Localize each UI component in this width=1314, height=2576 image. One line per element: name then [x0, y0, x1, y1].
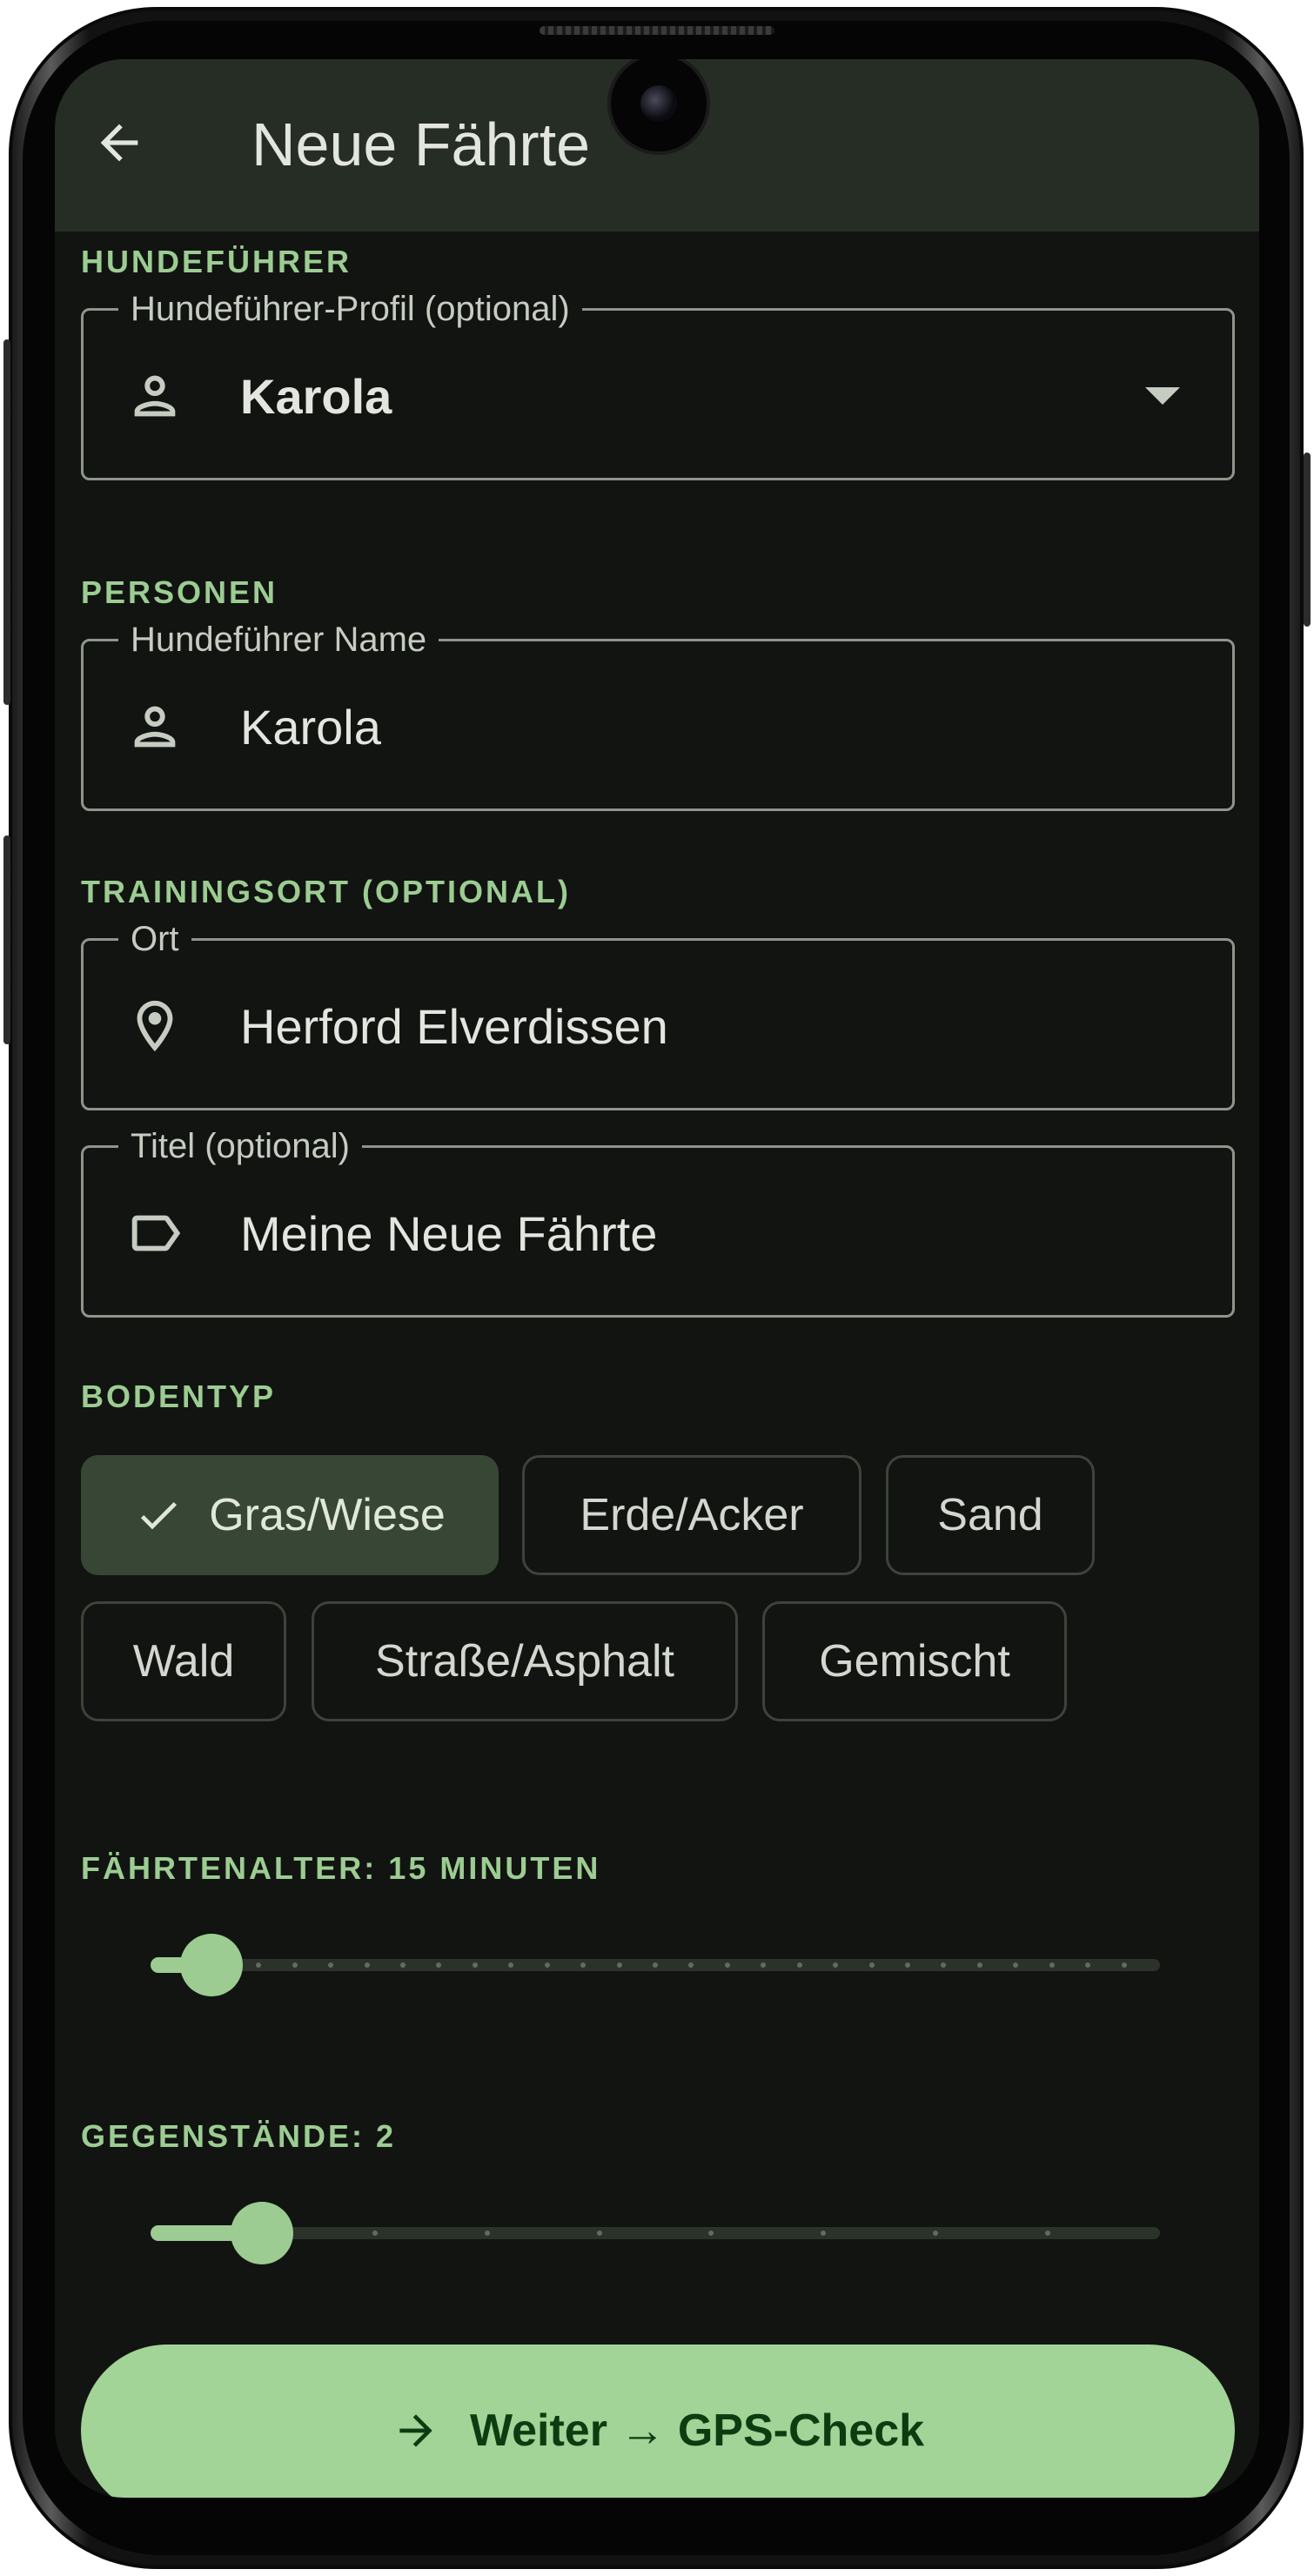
chip-label: Wald: [132, 1636, 235, 1687]
field-label: Ort: [118, 918, 191, 960]
chip-sand[interactable]: Sand: [886, 1455, 1095, 1575]
field-value: Karola: [240, 700, 381, 755]
label-tag-icon: [122, 1200, 188, 1266]
items-slider[interactable]: [151, 2190, 1160, 2277]
chip-erde-acker[interactable]: Erde/Acker: [522, 1455, 861, 1575]
slider-tick: [1121, 1962, 1127, 1968]
continue-gps-check-button[interactable]: Weiter → GPS-Check: [81, 2345, 1235, 2498]
track-age-slider[interactable]: [151, 1922, 1160, 2009]
power-button: [3, 835, 10, 1044]
volume-button: [3, 339, 10, 705]
handler-profile-dropdown[interactable]: Hundeführer-Profil (optional) Karola: [81, 288, 1235, 480]
field-value: Herford Elverdissen: [240, 999, 668, 1054]
section-label-items: GEGENSTÄNDE: 2: [81, 2118, 397, 2154]
chip-label: Erde/Acker: [580, 1490, 804, 1540]
slider-tick: [472, 1962, 478, 1968]
slider-tick: [868, 1962, 875, 1968]
person-icon: [122, 363, 188, 429]
section-label-location: TRAININGSORT (OPTIONAL): [81, 874, 571, 909]
slider-tick: [596, 2231, 602, 2236]
slider-thumb[interactable]: [230, 2202, 293, 2264]
slider-tick: [544, 1962, 550, 1968]
slider-track: [151, 2227, 1160, 2239]
person-icon: [122, 694, 188, 760]
chip-strasse-asphalt[interactable]: Straße/Asphalt: [312, 1601, 738, 1721]
chip-label: Gemischt: [819, 1636, 1010, 1687]
field-value: Karola: [240, 369, 392, 424]
location-field[interactable]: Ort Herford Elverdissen: [81, 918, 1235, 1110]
chip-wald[interactable]: Wald: [81, 1601, 286, 1721]
slider-tick: [653, 1962, 658, 1968]
slider-tick: [724, 1962, 730, 1968]
chip-gemischt[interactable]: Gemischt: [762, 1601, 1067, 1721]
location-pin-icon: [122, 993, 188, 1059]
section-label-ground: BODENTYP: [81, 1379, 277, 1414]
field-label: Hundeführer Name: [118, 619, 439, 661]
arrow-left-icon: [91, 115, 147, 175]
section-label-track-age: FÄHRTENALTER: 15 MINUTEN: [81, 1850, 601, 1886]
button-label: Weiter → GPS-Check: [469, 2405, 925, 2456]
chip-label: Sand: [937, 1490, 1043, 1540]
earpiece-speaker: [540, 26, 774, 35]
side-button: [1304, 453, 1311, 627]
back-button[interactable]: [84, 110, 154, 179]
chip-label: Straße/Asphalt: [375, 1636, 674, 1687]
field-label: Hundeführer-Profil (optional): [118, 288, 582, 330]
handler-name-field[interactable]: Hundeführer Name Karola: [81, 619, 1235, 811]
check-icon: [134, 1491, 183, 1540]
section-label-persons: PERSONEN: [81, 574, 278, 610]
app-screen: Neue Fährte HUNDEFÜHRER Hundeführer-Prof…: [55, 59, 1259, 2498]
slider-tick: [796, 1962, 802, 1968]
slider-tick: [292, 1962, 298, 1968]
slider-tick: [400, 1962, 406, 1968]
slider-tick: [1049, 1962, 1055, 1968]
slider-thumb[interactable]: [179, 1934, 243, 1996]
title-field[interactable]: Titel (optional) Meine Neue Fährte: [81, 1125, 1235, 1318]
dropdown-arrow-icon: [1145, 387, 1180, 405]
chip-label: Gras/Wiese: [209, 1490, 446, 1540]
field-label: Titel (optional): [118, 1125, 362, 1167]
front-camera: [611, 59, 707, 151]
slider-tick: [976, 1962, 982, 1968]
slider-tick: [616, 1962, 622, 1968]
section-label-handler: HUNDEFÜHRER: [81, 244, 352, 279]
page-title: Neue Fährte: [251, 111, 591, 178]
field-value: Meine Neue Fährte: [240, 1206, 658, 1261]
slider-tick: [364, 1962, 370, 1968]
arrow-right-icon: [392, 2406, 440, 2455]
slider-tick: [484, 2231, 490, 2236]
slider-tick: [905, 1962, 910, 1968]
chip-gras-wiese[interactable]: Gras/Wiese: [81, 1455, 499, 1575]
slider-tick: [372, 2231, 378, 2236]
